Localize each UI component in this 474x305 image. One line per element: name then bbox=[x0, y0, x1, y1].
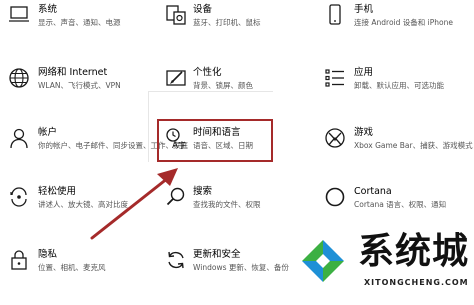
settings-tile-gaming[interactable]: 游戏 Xbox Game Bar、捕获、游戏模式 bbox=[324, 127, 473, 175]
tile-title: 搜索 bbox=[193, 186, 213, 197]
watermark: 系统城 XITONGCHENG.COM bbox=[296, 226, 474, 305]
settings-tile-network[interactable]: 网络和 Internet WLAN、飞行模式、VPN bbox=[8, 67, 153, 115]
search-icon bbox=[166, 187, 185, 206]
settings-tile-privacy[interactable]: 隐私 位置、相机、麦克风 bbox=[8, 249, 153, 297]
settings-tile-apps[interactable]: 应用 卸载、默认应用、可选功能 bbox=[324, 67, 469, 115]
tile-title: 网络和 Internet bbox=[38, 67, 108, 78]
tile-title: 轻松使用 bbox=[38, 186, 77, 197]
phone-icon bbox=[329, 4, 341, 25]
watermark-domain: XITONGCHENG.COM bbox=[364, 278, 469, 287]
tile-desc: 查找我的文件、权限 bbox=[193, 200, 261, 209]
tile-desc: WLAN、飞行模式、VPN bbox=[38, 81, 121, 90]
tile-desc: Cortana 语言、权限、通知 bbox=[354, 200, 447, 209]
tile-desc: 卸载、默认应用、可选功能 bbox=[354, 81, 444, 90]
highlight-box bbox=[157, 119, 273, 162]
watermark-brand: 系统城 bbox=[358, 231, 470, 272]
laptop-icon bbox=[9, 6, 29, 22]
tile-desc: 讲述人、放大镜、高对比度 bbox=[38, 200, 128, 209]
settings-tile-phone[interactable]: 手机 连接 Android 设备和 iPhone bbox=[324, 4, 469, 52]
sync-icon bbox=[168, 251, 184, 269]
xitongcheng-logo-icon bbox=[298, 236, 348, 286]
tile-title: 个性化 bbox=[193, 67, 222, 78]
tile-title: 更新和安全 bbox=[193, 249, 241, 260]
settings-tile-devices[interactable]: 设备 蓝牙、打印机、鼠标 bbox=[165, 4, 310, 52]
settings-page: 系统 显示、声音、通知、电源 设备 蓝牙、打印机、鼠标 手机 连接 Androi… bbox=[0, 0, 474, 305]
app-list-icon bbox=[325, 69, 344, 87]
tile-title: 设备 bbox=[193, 4, 213, 15]
tile-title: 系统 bbox=[38, 4, 58, 15]
cortana-icon bbox=[325, 187, 345, 207]
tile-desc: 显示、声音、通知、电源 bbox=[38, 18, 121, 27]
settings-tile-ease-of-access[interactable]: 轻松使用 讲述人、放大镜、高对比度 bbox=[8, 186, 153, 234]
paint-brush-icon bbox=[166, 70, 186, 86]
xbox-icon bbox=[325, 128, 345, 148]
keyboard-speaker-icon bbox=[166, 5, 186, 25]
tile-desc: 位置、相机、麦克风 bbox=[38, 263, 106, 272]
tile-desc: Windows 更新、恢复、备份 bbox=[193, 263, 289, 272]
settings-tile-system[interactable]: 系统 显示、声音、通知、电源 bbox=[8, 4, 153, 52]
tile-desc: 连接 Android 设备和 iPhone bbox=[354, 18, 453, 27]
tile-title: 隐私 bbox=[38, 249, 58, 260]
tile-desc: 蓝牙、打印机、鼠标 bbox=[193, 18, 261, 27]
tile-title: Cortana bbox=[354, 186, 392, 197]
settings-tile-search[interactable]: 搜索 查找我的文件、权限 bbox=[165, 186, 310, 234]
person-icon bbox=[10, 128, 28, 149]
tile-title: 应用 bbox=[354, 67, 374, 78]
tile-title: 游戏 bbox=[354, 127, 374, 138]
lock-icon bbox=[11, 250, 27, 270]
tile-desc: 背景、锁屏、颜色 bbox=[193, 81, 253, 90]
ease-of-access-icon bbox=[10, 187, 27, 207]
settings-tile-accounts[interactable]: 帐户 你的帐户、电子邮件、同步设置、工作、家庭 bbox=[8, 127, 188, 175]
settings-tile-update-security[interactable]: 更新和安全 Windows 更新、恢复、备份 bbox=[165, 249, 310, 297]
globe-icon bbox=[9, 68, 29, 88]
tile-title: 手机 bbox=[354, 4, 374, 15]
tile-desc: Xbox Game Bar、捕获、游戏模式 bbox=[354, 141, 473, 150]
tile-title: 帐户 bbox=[38, 127, 58, 138]
